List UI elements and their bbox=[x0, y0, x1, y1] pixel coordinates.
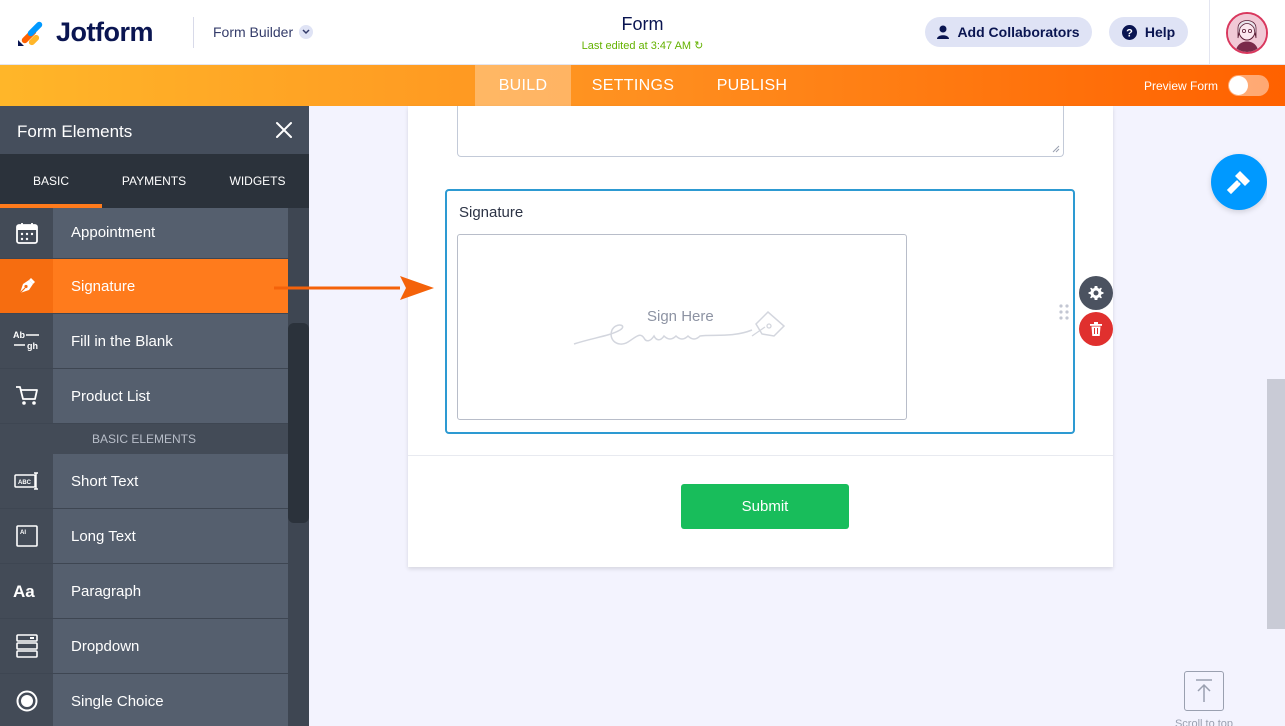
user-icon bbox=[937, 25, 950, 39]
add-collaborators-label: Add Collaborators bbox=[957, 24, 1080, 40]
element-dropdown[interactable]: Dropdown bbox=[0, 619, 288, 674]
element-label: Short Text bbox=[71, 473, 139, 490]
element-label: Paragraph bbox=[71, 583, 142, 600]
toggle-knob bbox=[1229, 76, 1248, 95]
annotation-arrow-icon bbox=[274, 276, 434, 300]
resize-grip-icon[interactable] bbox=[1052, 145, 1060, 153]
form-builder-menu[interactable]: Form Builder bbox=[213, 24, 314, 40]
svg-text:Aa: Aa bbox=[13, 582, 35, 601]
element-label: Long Text bbox=[71, 528, 136, 545]
avatar-illustration bbox=[1228, 14, 1266, 52]
element-fill-in-the-blank[interactable]: Ab gh Fill in the Blank bbox=[0, 314, 288, 369]
svg-text:gh: gh bbox=[27, 341, 38, 351]
element-signature[interactable]: Signature bbox=[0, 259, 288, 314]
close-icon[interactable] bbox=[274, 120, 294, 140]
dropdown-icon bbox=[0, 619, 53, 673]
submit-button[interactable]: Submit bbox=[681, 484, 849, 529]
element-label: Single Choice bbox=[71, 693, 164, 710]
help-label: Help bbox=[1144, 24, 1176, 40]
trash-icon bbox=[1090, 322, 1102, 336]
gear-icon bbox=[1088, 286, 1104, 300]
delete-field-button[interactable] bbox=[1079, 312, 1113, 346]
top-header: Jotform Form Builder Form Last edited at… bbox=[0, 0, 1285, 65]
form-designer-button[interactable] bbox=[1211, 154, 1267, 210]
element-label: Product List bbox=[71, 388, 151, 405]
tab-publish[interactable]: PUBLISH bbox=[702, 65, 802, 106]
form-builder-label: Form Builder bbox=[213, 24, 294, 40]
panel-title: Form Elements bbox=[17, 122, 133, 141]
arrow-up-icon bbox=[1196, 679, 1212, 702]
svg-text:AI: AI bbox=[20, 530, 26, 536]
preview-form-toggle[interactable] bbox=[1228, 75, 1269, 96]
element-label: Appointment bbox=[71, 224, 156, 241]
tab-widgets[interactable]: WIDGETS bbox=[206, 154, 309, 208]
element-paragraph[interactable]: Aa Paragraph bbox=[0, 564, 288, 619]
page-scrollbar-thumb[interactable] bbox=[1267, 379, 1285, 629]
drag-handle-icon[interactable] bbox=[1058, 303, 1070, 321]
help-button[interactable]: ? Help bbox=[1109, 17, 1188, 47]
long-text-icon: AI bbox=[0, 509, 53, 563]
scroll-to-top-button[interactable] bbox=[1184, 671, 1224, 711]
help-icon: ? bbox=[1121, 24, 1137, 40]
element-product-list[interactable]: Product List bbox=[0, 369, 288, 424]
section-basic-elements: BASIC ELEMENTS bbox=[0, 424, 288, 454]
sign-here-placeholder: Sign Here bbox=[647, 308, 714, 325]
last-edited-text: Last edited at 3:47 AM bbox=[581, 40, 692, 52]
previous-field-textarea[interactable] bbox=[457, 106, 1064, 157]
tab-payments[interactable]: PAYMENTS bbox=[102, 154, 206, 208]
form-title[interactable]: Form bbox=[622, 14, 664, 34]
tab-settings[interactable]: SETTINGS bbox=[578, 65, 688, 106]
builder-nav: BUILD SETTINGS PUBLISH Preview Form bbox=[0, 65, 1285, 106]
preview-form-label: Preview Form bbox=[1144, 79, 1219, 93]
panel-scrollbar-thumb[interactable] bbox=[288, 323, 309, 523]
calendar-icon bbox=[0, 208, 53, 258]
element-label: Fill in the Blank bbox=[71, 333, 173, 350]
chevron-down-icon bbox=[299, 25, 314, 39]
add-collaborators-button[interactable]: Add Collaborators bbox=[925, 17, 1092, 47]
paragraph-icon: Aa bbox=[0, 564, 53, 618]
fill-blank-icon: Ab gh bbox=[0, 314, 53, 368]
svg-text:?: ? bbox=[1126, 27, 1133, 39]
svg-text:ABC: ABC bbox=[18, 480, 32, 486]
form-divider bbox=[408, 455, 1113, 456]
tab-build[interactable]: BUILD bbox=[475, 65, 571, 106]
cart-icon bbox=[0, 369, 53, 423]
element-label: Signature bbox=[71, 278, 136, 295]
element-appointment[interactable]: Appointment bbox=[0, 208, 288, 259]
tab-basic[interactable]: BASIC bbox=[0, 154, 102, 208]
pen-nib-icon bbox=[0, 259, 53, 313]
form-elements-panel: Form Elements BASIC PAYMENTS WIDGETS App… bbox=[0, 106, 309, 726]
paint-roller-icon bbox=[1226, 171, 1250, 195]
element-single-choice[interactable]: Single Choice bbox=[0, 674, 288, 726]
panel-header: Form Elements bbox=[0, 106, 309, 154]
scroll-to-top-label: Scroll to top bbox=[1174, 718, 1234, 726]
field-settings-button[interactable] bbox=[1079, 276, 1113, 310]
element-long-text[interactable]: AI Long Text bbox=[0, 509, 288, 564]
element-short-text[interactable]: ABC Short Text bbox=[0, 454, 288, 509]
svg-text:Ab: Ab bbox=[13, 330, 25, 340]
radio-icon bbox=[0, 674, 53, 726]
user-avatar[interactable] bbox=[1226, 12, 1268, 54]
panel-tabs: BASIC PAYMENTS WIDGETS bbox=[0, 154, 309, 208]
history-icon[interactable]: ↻ bbox=[694, 40, 703, 52]
element-label: Dropdown bbox=[71, 638, 140, 655]
header-divider-right bbox=[1209, 0, 1210, 65]
last-edited-status: Last edited at 3:47 AM ↻ bbox=[0, 39, 1285, 52]
short-text-icon: ABC bbox=[0, 454, 53, 508]
signature-field-label[interactable]: Signature bbox=[459, 204, 523, 221]
